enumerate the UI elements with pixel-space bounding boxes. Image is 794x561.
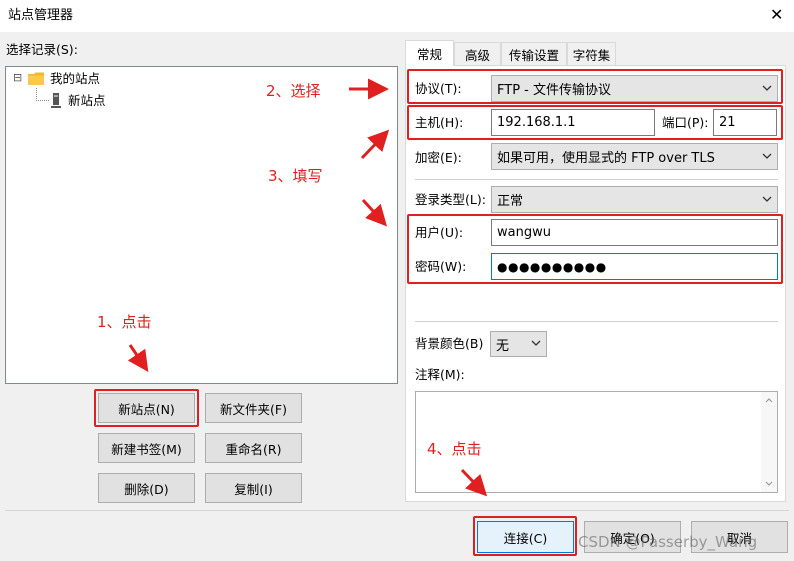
background-color-select[interactable]: 无 — [490, 331, 547, 357]
window-title: 站点管理器 — [8, 8, 74, 23]
tab-transfer-settings[interactable]: 传输设置 — [501, 42, 567, 65]
tab-advanced[interactable]: 高级 — [454, 42, 501, 65]
tree-child-label[interactable]: 新站点 — [68, 93, 106, 109]
select-entry-label: 选择记录(S): — [6, 42, 78, 57]
background-color-label: 背景颜色(B) — [415, 336, 484, 351]
protocol-label: 协议(T): — [415, 81, 462, 96]
annotation-step4: 4、点击 — [427, 440, 482, 458]
rename-button[interactable]: 重命名(R) — [205, 433, 302, 463]
connect-button[interactable]: 连接(C) — [477, 521, 574, 553]
tree-connector — [36, 88, 49, 101]
new-folder-button[interactable]: 新文件夹(F) — [205, 393, 302, 423]
encryption-select[interactable]: 如果可用，使用显式的 FTP over TLS — [491, 143, 778, 170]
chevron-down-icon — [762, 85, 772, 91]
copy-button[interactable]: 复制(I) — [205, 473, 302, 503]
logon-type-select[interactable]: 正常 — [491, 186, 778, 213]
comments-label: 注释(M): — [415, 367, 465, 382]
host-label: 主机(H): — [415, 115, 464, 130]
tree-root-label[interactable]: 我的站点 — [50, 71, 100, 87]
general-tab-panel: 协议(T): FTP - 文件传输协议 主机(H): 192.168.1.1 端… — [405, 65, 786, 502]
chevron-down-icon — [531, 340, 541, 346]
encryption-value: 如果可用，使用显式的 FTP over TLS — [497, 151, 715, 166]
chevron-up-icon[interactable] — [765, 398, 773, 403]
user-label: 用户(U): — [415, 225, 464, 240]
chevron-down-icon — [762, 153, 772, 159]
comments-scrollbar[interactable] — [761, 392, 777, 492]
tree-expander-icon[interactable]: ⊟ — [13, 71, 22, 84]
protocol-select[interactable]: FTP - 文件传输协议 — [491, 75, 778, 102]
server-icon — [51, 93, 61, 108]
protocol-value: FTP - 文件传输协议 — [497, 83, 611, 98]
logon-type-value: 正常 — [497, 194, 524, 209]
site-tree[interactable]: ⊟ 我的站点 新站点 — [5, 66, 398, 384]
delete-button[interactable]: 删除(D) — [98, 473, 195, 503]
background-color-value: 无 — [496, 338, 510, 354]
port-input[interactable]: 21 — [713, 109, 777, 136]
chevron-down-icon — [762, 196, 772, 202]
annotation-step1: 1、点击 — [97, 313, 152, 331]
bottom-divider — [5, 510, 789, 511]
close-icon[interactable]: ✕ — [770, 5, 783, 24]
tab-general[interactable]: 常规 — [405, 40, 454, 66]
encryption-label: 加密(E): — [415, 150, 462, 165]
chevron-down-icon[interactable] — [765, 481, 773, 486]
divider — [415, 321, 778, 322]
user-input[interactable]: wangwu — [491, 219, 778, 246]
annotation-step3: 3、填写 — [268, 167, 323, 185]
title-bar: 站点管理器 ✕ — [0, 0, 794, 32]
divider — [415, 179, 778, 180]
annotation-step2: 2、选择 — [266, 82, 321, 100]
new-site-button[interactable]: 新站点(N) — [98, 393, 195, 423]
folder-icon — [28, 72, 44, 85]
password-input[interactable]: ●●●●●●●●●● — [491, 253, 778, 280]
new-bookmark-button[interactable]: 新建书签(M) — [98, 433, 195, 463]
host-input[interactable]: 192.168.1.1 — [491, 109, 655, 136]
logon-type-label: 登录类型(L): — [415, 192, 486, 207]
password-label: 密码(W): — [415, 259, 467, 274]
port-label: 端口(P): — [662, 115, 709, 130]
watermark: CSDN @Passerby_Wang — [578, 533, 758, 551]
tab-charset[interactable]: 字符集 — [567, 42, 616, 65]
